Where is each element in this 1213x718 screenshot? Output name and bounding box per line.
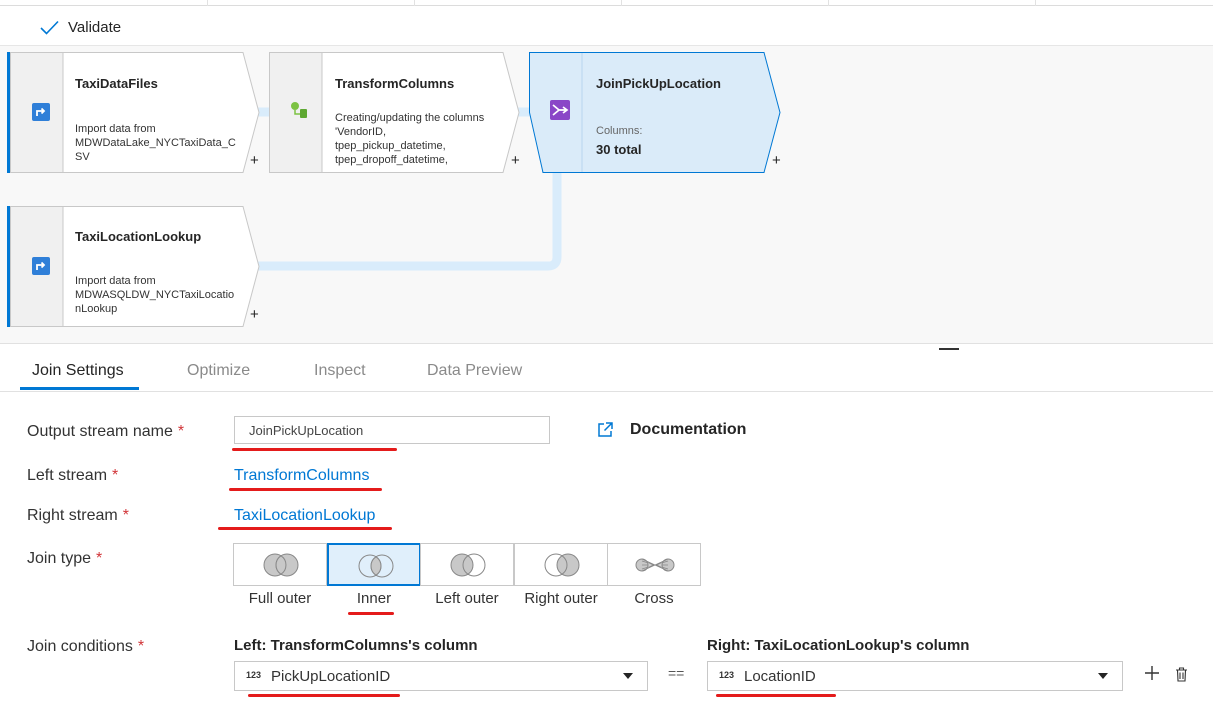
node-desc-line: 'VendorID,: [335, 126, 387, 138]
join-icon: [550, 100, 570, 120]
required-marker: *: [122, 507, 129, 524]
required-marker: *: [137, 638, 145, 655]
delete-icon[interactable]: [1175, 667, 1188, 682]
full-outer-join-icon: [263, 553, 299, 577]
join-conditions-label: Join conditions *: [27, 638, 144, 656]
required-marker: *: [177, 423, 185, 440]
label-text: Join type: [27, 550, 92, 567]
join-type-inner[interactable]: [327, 543, 421, 586]
required-marker: *: [96, 550, 103, 567]
right-column-header: Right: TaxiLocationLookup's column: [707, 637, 970, 654]
node-transformcolumns[interactable]: TransformColumns Creating/updating the c…: [269, 52, 531, 173]
node-title: TaxiLocationLookup: [75, 229, 202, 244]
add-transformation-button[interactable]: +: [772, 153, 781, 168]
join-type-label-right-outer: Right outer: [524, 590, 598, 607]
label-text: Right stream: [27, 507, 118, 524]
node-desc-line: Import data from: [75, 123, 156, 135]
source-icon: [32, 103, 50, 121]
output-stream-name-input[interactable]: JoinPickUpLocation: [234, 416, 550, 444]
node-joinpickuplocation[interactable]: JoinPickUpLocation Columns: 30 total +: [529, 52, 791, 173]
right-column-value: LocationID: [744, 668, 816, 685]
node-desc-line: Creating/updating the columns: [335, 112, 485, 124]
node-desc-line: MDWASQLDW_NYCTaxiLocatio: [75, 289, 235, 301]
columns-label: Columns:: [596, 125, 643, 137]
required-marker: *: [112, 467, 119, 484]
left-column-dropdown[interactable]: 123 PickUpLocationID: [234, 661, 648, 691]
cross-join-icon: [635, 558, 675, 572]
node-description: Creating/updating the columns 'VendorID,…: [335, 111, 507, 167]
node-title: TaxiDataFiles: [75, 76, 158, 91]
chevron-down-icon: [623, 673, 633, 679]
equals-operator: ==: [668, 665, 685, 681]
data-flow-editor: Validate TaxiDataFiles Import data from …: [0, 0, 1213, 718]
documentation-label: Documentation: [630, 421, 747, 438]
settings-tab-bar: Join Settings Optimize Inspect Data Prev…: [0, 352, 1213, 392]
left-stream-link[interactable]: TransformColumns: [234, 467, 369, 485]
flow-canvas[interactable]: TaxiDataFiles Import data from MDWDataLa…: [0, 46, 1213, 344]
annotation-underline: [716, 694, 836, 697]
node-desc-line: Import data from: [75, 275, 156, 287]
toolbar: Validate: [0, 6, 1213, 46]
left-stream-label: Left stream *: [27, 467, 118, 485]
join-type-full-outer[interactable]: [233, 543, 327, 586]
annotation-underline: [232, 448, 397, 451]
tab-data-preview[interactable]: Data Preview: [427, 362, 522, 380]
panel-resize-handle[interactable]: [939, 348, 959, 350]
annotation-underline: [348, 612, 394, 615]
join-type-left-outer[interactable]: [420, 543, 514, 586]
add-transformation-button[interactable]: +: [250, 153, 259, 168]
right-stream-link[interactable]: TaxiLocationLookup: [234, 507, 375, 525]
join-type-right-outer[interactable]: [514, 543, 608, 586]
chevron-down-icon: [1098, 673, 1108, 679]
node-taxilocationlookup[interactable]: TaxiLocationLookup Import data from MDWA…: [7, 206, 269, 327]
left-outer-join-icon: [450, 553, 486, 577]
node-desc-line: tpep_pickup_datetime,: [335, 140, 446, 152]
validate-button[interactable]: Validate: [40, 16, 121, 38]
numeric-type-icon: 123: [246, 670, 262, 680]
tab-optimize[interactable]: Optimize: [187, 362, 250, 380]
checkmark-icon: [40, 20, 59, 35]
right-outer-join-icon: [544, 553, 580, 577]
documentation-link[interactable]: Documentation: [596, 421, 746, 439]
derived-column-icon: [291, 102, 307, 118]
right-stream-label: Right stream *: [27, 507, 129, 525]
label-text: Join conditions: [27, 638, 133, 655]
tab-join-settings[interactable]: Join Settings: [32, 362, 124, 380]
output-stream-name-label: Output stream name *: [27, 423, 184, 441]
left-column-value: PickUpLocationID: [271, 668, 391, 685]
node-title: JoinPickUpLocation: [596, 76, 721, 91]
node-description: Import data from MDWASQLDW_NYCTaxiLocati…: [75, 274, 247, 316]
node-desc-line: tpep_dropoff_datetime,: [335, 154, 448, 166]
annotation-underline: [218, 527, 392, 530]
join-type-label: Join type *: [27, 550, 102, 568]
external-link-icon: [598, 422, 613, 437]
node-desc-line: MDWDataLake_NYCTaxiData_C: [75, 137, 236, 149]
add-transformation-button[interactable]: +: [511, 153, 520, 168]
left-column-header: Left: TransformColumns's column: [234, 637, 478, 654]
add-condition-icon[interactable]: [1144, 665, 1160, 681]
label-text: Left stream: [27, 467, 108, 484]
source-icon: [32, 257, 50, 275]
node-taxidatafiles[interactable]: TaxiDataFiles Import data from MDWDataLa…: [7, 52, 269, 173]
node-title: TransformColumns: [335, 76, 455, 91]
join-type-label-full-outer: Full outer: [248, 590, 312, 607]
join-type-label-left-outer: Left outer: [435, 590, 499, 607]
right-column-dropdown[interactable]: 123 LocationID: [707, 661, 1123, 691]
node-desc-line: nLookup: [75, 303, 118, 315]
label-text: Output stream name: [27, 423, 173, 440]
validate-label: Validate: [68, 18, 122, 36]
numeric-type-icon: 123: [719, 670, 735, 680]
active-tab-indicator: [20, 387, 139, 390]
node-desc-line: SV: [75, 151, 90, 163]
tab-inspect[interactable]: Inspect: [314, 362, 366, 380]
annotation-underline: [229, 488, 382, 491]
node-description: Import data from MDWDataLake_NYCTaxiData…: [75, 122, 245, 164]
join-type-cross[interactable]: [607, 543, 701, 586]
add-transformation-button[interactable]: +: [250, 307, 259, 322]
inner-join-icon: [358, 554, 394, 578]
annotation-underline: [248, 694, 400, 697]
join-type-label-inner: Inner: [356, 590, 392, 607]
join-type-label-cross: Cross: [634, 590, 674, 607]
columns-value: 30 total: [596, 142, 642, 157]
